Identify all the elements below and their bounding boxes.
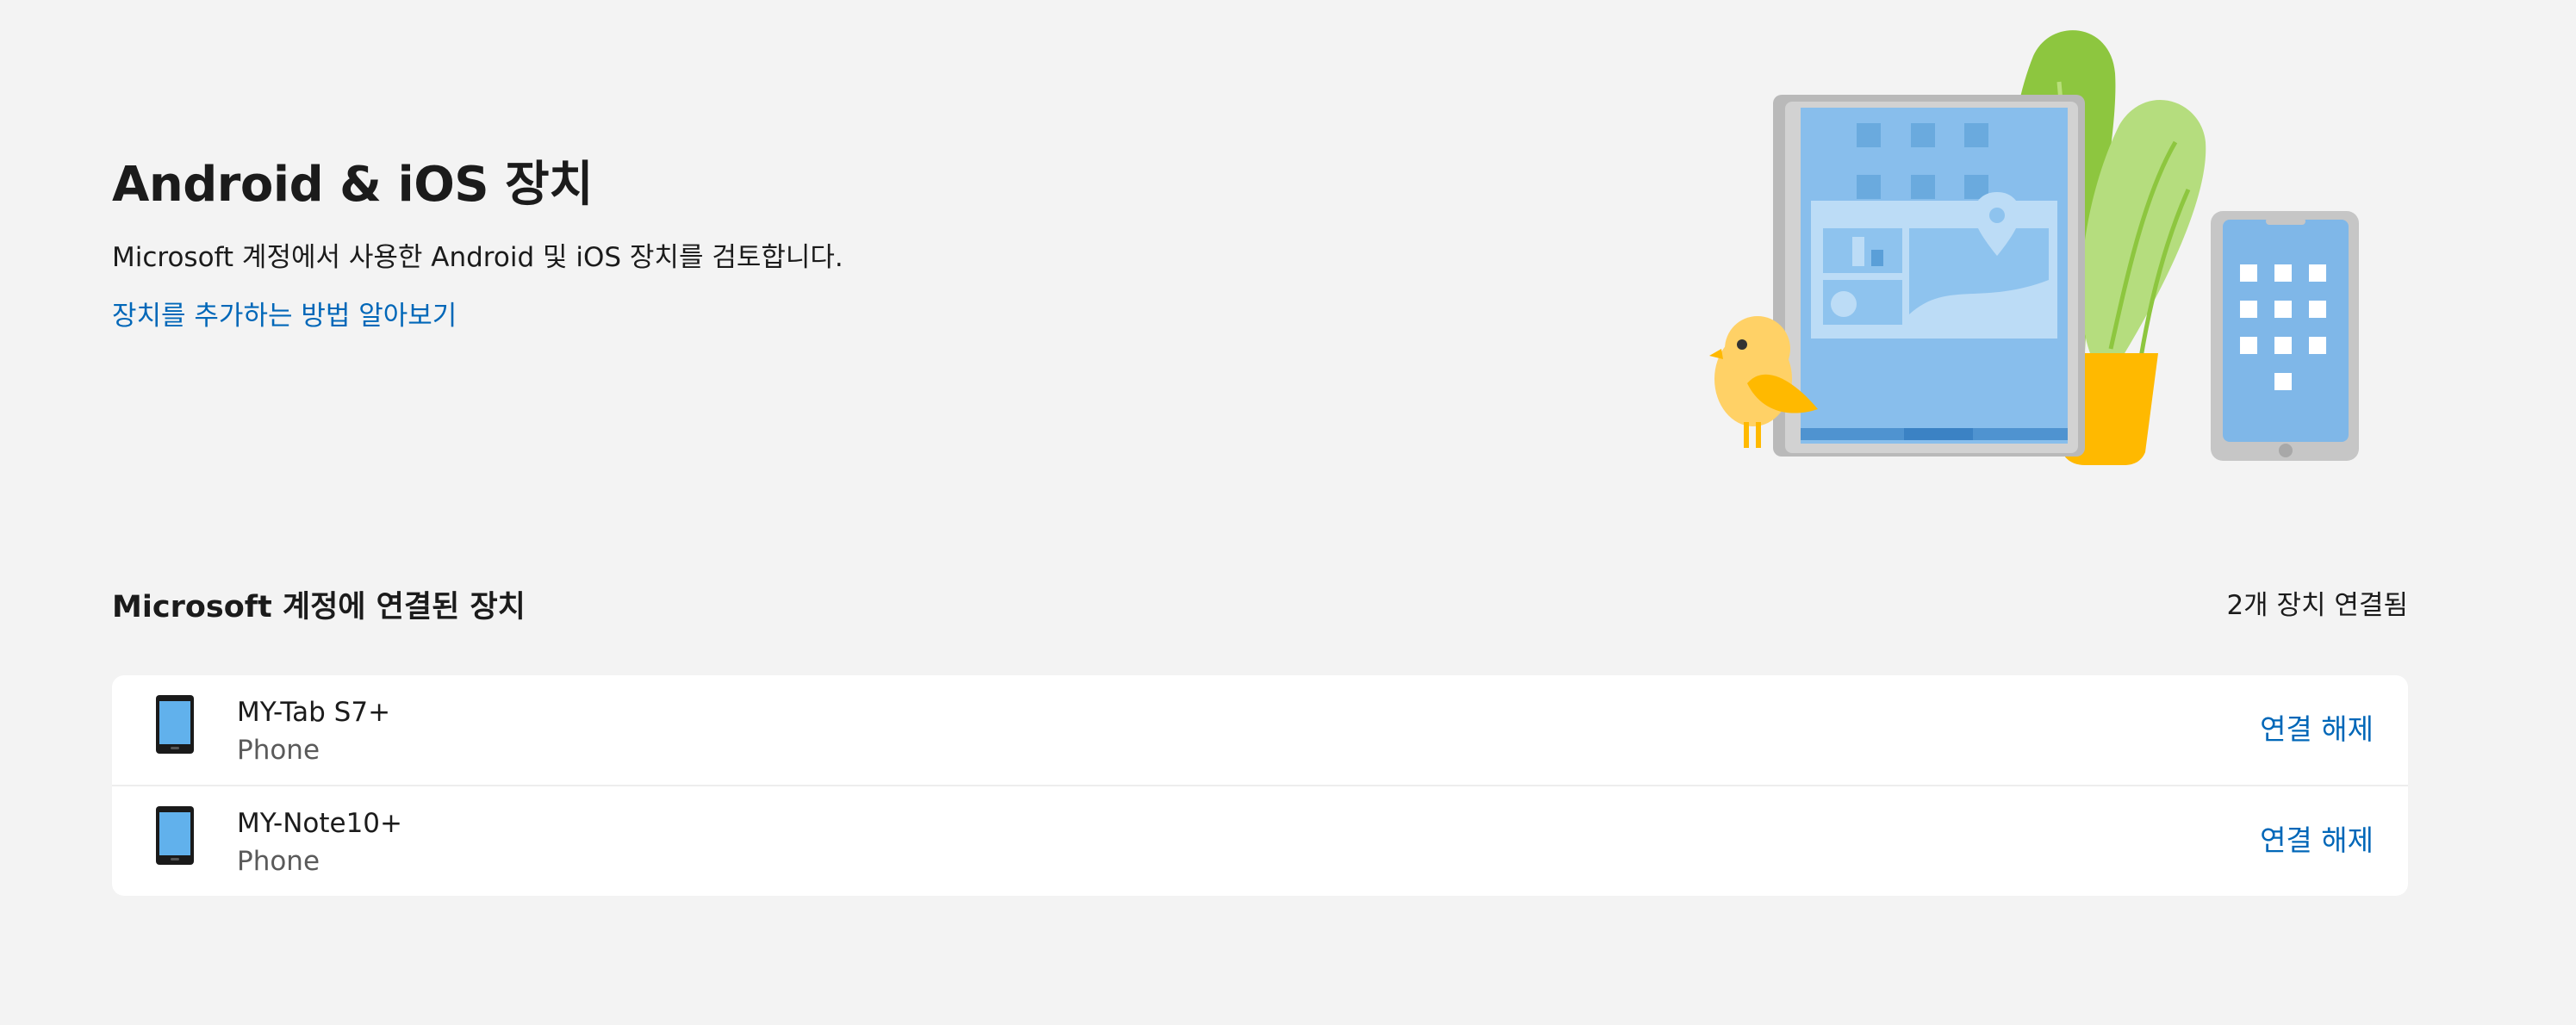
learn-add-device-link[interactable]: 장치를 추가하는 방법 알아보기 bbox=[112, 296, 457, 336]
page-title: Android & iOS 장치 bbox=[112, 157, 594, 213]
connected-devices-header: Microsoft 계정에 연결된 장치 2개 장치 연결됨 bbox=[112, 581, 2408, 633]
section-title: Microsoft 계정에 연결된 장치 bbox=[112, 590, 526, 624]
phone-icon bbox=[156, 695, 194, 754]
disconnect-button[interactable]: 연결 해제 bbox=[2260, 708, 2374, 751]
device-count: 2개 장치 연결됨 bbox=[2226, 590, 2408, 621]
device-type: Phone bbox=[237, 735, 320, 766]
devices-illustration bbox=[1709, 30, 2359, 465]
phone-icon bbox=[156, 806, 194, 865]
tablet-illustration bbox=[1773, 95, 2085, 457]
device-name: MY-Note10+ bbox=[237, 808, 402, 839]
device-type: Phone bbox=[237, 846, 320, 877]
page-subtitle: Microsoft 계정에서 사용한 Android 및 iOS 장치를 검토합… bbox=[112, 242, 843, 273]
device-list: MY-Tab S7+ Phone 연결 해제 MY-Note10+ Phone … bbox=[112, 675, 2408, 896]
device-row: MY-Note10+ Phone 연결 해제 bbox=[112, 786, 2408, 896]
device-name: MY-Tab S7+ bbox=[237, 697, 391, 728]
page-header: Android & iOS 장치 Microsoft 계정에서 사용한 Andr… bbox=[112, 146, 1404, 336]
disconnect-button[interactable]: 연결 해제 bbox=[2260, 819, 2374, 862]
device-row: MY-Tab S7+ Phone 연결 해제 bbox=[112, 675, 2408, 786]
phone-illustration bbox=[2211, 211, 2359, 461]
